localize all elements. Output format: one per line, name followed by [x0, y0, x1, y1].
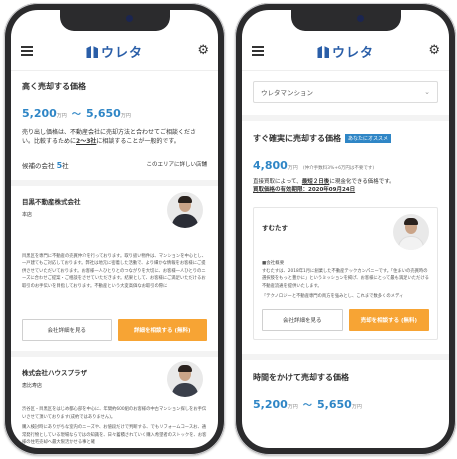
logo-text: ウレタ	[100, 46, 144, 61]
company-actions: 会社詳細を見る 売却を相談する (無料)	[262, 308, 429, 331]
main-content: 高く売却する価格 5,200万円 〜 5,650万円 売り出し価格は、不動産会社…	[11, 70, 218, 448]
phone-screen-right: ウレタ ⚙ ウレタマンション ⌄ すぐ確実に売却する価格 あなたにオススメ 4,8…	[242, 10, 449, 448]
price-unit: 万円	[287, 165, 298, 171]
phone-screen-left: ウレタ ⚙ 高く売却する価格 5,200万円 〜 5,650万円 売り出し価格は…	[11, 10, 218, 448]
logo-text: ウレタ	[331, 46, 375, 61]
consult-button[interactable]: 売却を相談する (無料)	[348, 308, 429, 331]
sure-price-value: 4,800	[253, 159, 288, 172]
price-unit: 万円	[287, 403, 298, 410]
price-low: 5,200	[22, 107, 57, 120]
avatar-body	[172, 382, 198, 397]
chevron-down-icon: ⌄	[424, 88, 430, 96]
hamburger-menu-icon[interactable]	[252, 46, 264, 56]
company-rep-avatar	[167, 191, 203, 228]
app-logo[interactable]: ウレタ	[86, 42, 143, 61]
recommended-badge: あなたにオススメ	[345, 134, 392, 143]
price-unit: 万円	[56, 113, 67, 119]
candidates-row: 候補の会社 5社 このエリアに詳しい店舗	[22, 160, 207, 172]
app-header: ウレタ ⚙	[11, 40, 218, 64]
company-rep-avatar	[393, 213, 429, 250]
main-content: ウレタマンション ⌄ すぐ確実に売却する価格 あなたにオススメ 4,800万円 (…	[242, 70, 449, 448]
description-text: に相談することが一般的です。	[96, 137, 180, 145]
candidates-label: 候補の会社 5社	[22, 160, 69, 172]
company-description: 渋谷区・目黒区をはじめ都心部を中心に、年間約600組のお客様の中古マンション探し…	[22, 407, 207, 420]
price-unit: 万円	[120, 113, 131, 119]
price-separator: 〜	[71, 110, 81, 120]
app-header: ウレタ ⚙	[242, 40, 449, 64]
section-title-text: すぐ確実に売却する価格	[253, 134, 341, 143]
price-low: 5,200	[253, 397, 288, 411]
description-text: 直接買取によって、	[253, 179, 302, 185]
avatar-hair	[404, 217, 418, 225]
logo-icon	[317, 45, 329, 58]
company-actions: 会社詳細を見る 詳細を相談する (無料)	[22, 318, 207, 341]
company-rep-avatar	[167, 360, 203, 397]
avatar-hair	[178, 364, 192, 372]
avatar-hair	[178, 195, 192, 203]
price-unit: 万円	[351, 403, 362, 410]
notch	[59, 10, 170, 31]
description-text: に現金化できる価格です。	[329, 179, 395, 185]
phone-frame-left: ウレタ ⚙ 高く売却する価格 5,200万円 〜 5,650万円 売り出し価格は…	[4, 3, 225, 455]
avatar-body	[172, 213, 198, 228]
company-description: 目黒区を専門に不動産の売買仲介を行っております。取り扱い物件は、マンションを中心…	[22, 253, 206, 289]
price-high: 5,650	[86, 107, 121, 120]
company-description: 「テクノロジーと不動産専門の両方を強みとし、これまで数多くのメディ	[262, 294, 404, 300]
property-select-value: ウレタマンション	[261, 89, 313, 97]
area-stores-link[interactable]: このエリアに詳しい店舗	[146, 162, 207, 170]
fee-note: (仲介手数料3%+6万円は不要です)	[302, 166, 375, 171]
buyer-company-card: すむたす ■会社概要 すむたすは、2018年1月に創業した不動産テックカンパニー…	[253, 206, 438, 340]
notch	[290, 10, 401, 31]
consult-button[interactable]: 詳細を相談する (無料)	[117, 318, 207, 341]
companies-count-link[interactable]: 2〜3社	[76, 138, 96, 145]
company-card: 目黒不動産株式会社 本店 目黒区を専門に不動産の売買仲介を行っております。取り扱…	[22, 186, 207, 341]
sure-price: 4,800万円 (仲介手数料3%+6万円は不要です)	[253, 154, 438, 173]
avatar-body	[398, 235, 424, 250]
company-description: 購入検討時にありがちな室内のニーズや、お値段だけで判断する、でもリフォームコース…	[22, 425, 207, 446]
slow-price-range: 5,200万円 〜 5,650万円	[253, 393, 438, 412]
price-separator: 〜	[302, 400, 312, 411]
sure-description: 直接買取によって、最短２日後に現金化できる価格です。	[253, 179, 438, 187]
gear-icon[interactable]: ⚙	[197, 44, 209, 57]
section-title: 高く売却する価格	[22, 82, 86, 91]
price-high: 5,650	[317, 397, 352, 411]
app-logo[interactable]: ウレタ	[317, 42, 374, 61]
property-select[interactable]: ウレタマンション ⌄	[253, 81, 438, 103]
logo-icon	[86, 45, 98, 58]
section-title: すぐ確実に売却する価格 あなたにオススメ	[253, 133, 438, 144]
hamburger-menu-icon[interactable]	[21, 46, 33, 56]
price-deadline: 買取価格の有効期限：2020年09月24日	[253, 186, 356, 193]
camera-icon	[356, 15, 364, 22]
camera-icon	[125, 15, 133, 22]
slow-sale-title: 時間をかけて売却する価格	[253, 372, 349, 382]
price-range: 5,200万円 〜 5,650万円	[22, 102, 207, 121]
company-card: 株式会社ハウスプラザ 恵比寿店 渋谷区・目黒区をはじめ都心部を中心に、年間約60…	[22, 357, 207, 447]
earliest-days-text: 最短２日後	[301, 179, 330, 185]
company-detail-button[interactable]: 会社詳細を見る	[22, 318, 112, 341]
phone-frame-right: ウレタ ⚙ ウレタマンション ⌄ すぐ確実に売却する価格 あなたにオススメ 4,8…	[235, 3, 456, 455]
gear-icon[interactable]: ⚙	[428, 44, 440, 57]
candidates-unit: 社	[62, 162, 69, 171]
price-description: 売り出し価格は、不動産会社に売却方法と合わせてご相談ください。比較するために2〜…	[22, 129, 207, 146]
company-detail-button[interactable]: 会社詳細を見る	[262, 308, 343, 331]
company-description: すむたすは、2018年1月に創業した不動産テックカンパニーです。「住まいの売買時…	[262, 268, 429, 289]
candidates-text: 候補の会社	[22, 162, 55, 171]
